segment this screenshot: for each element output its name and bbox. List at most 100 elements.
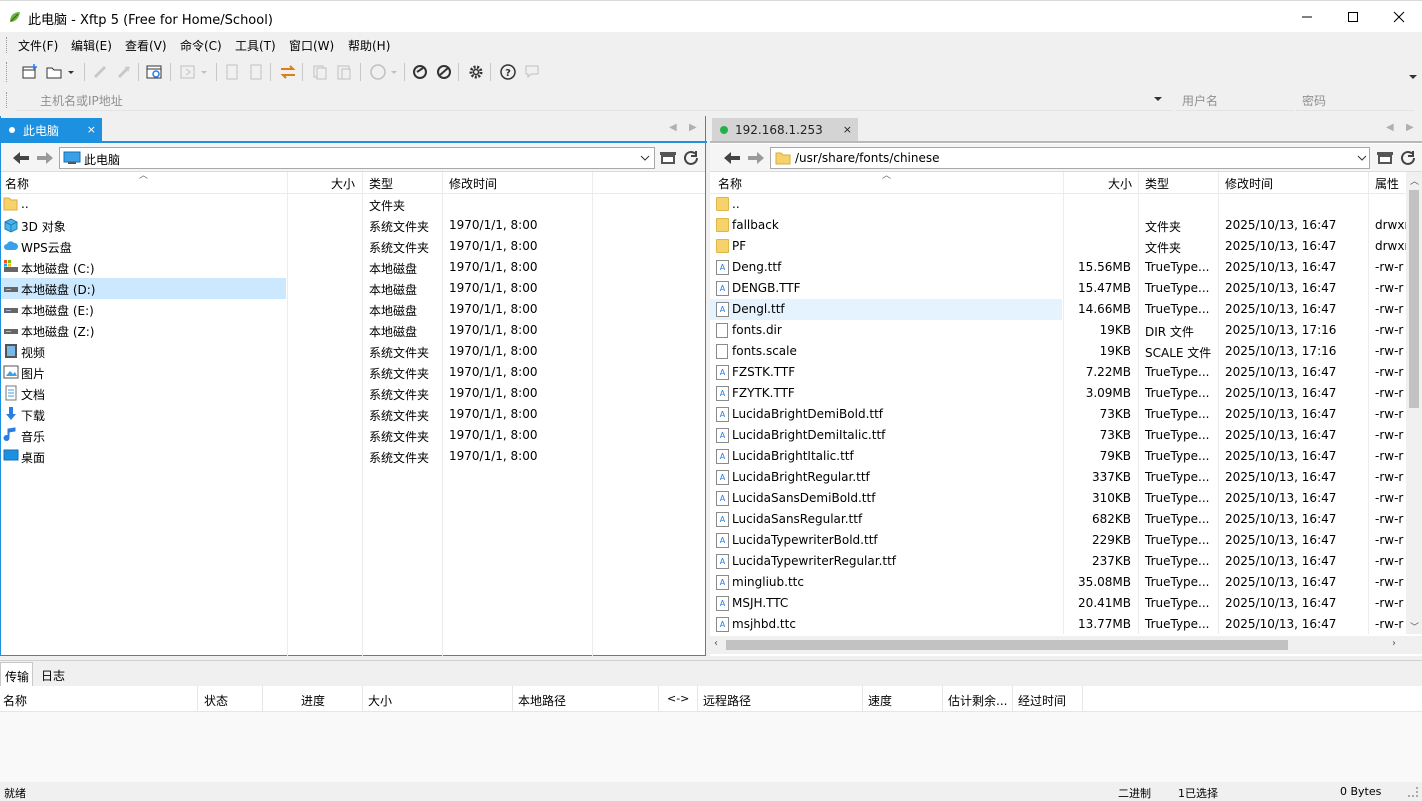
col-attr-header[interactable]: 属性 [1375,175,1399,192]
scroll-right-icon[interactable]: › [1392,638,1396,649]
menu-window[interactable]: 窗口(W) [289,37,334,54]
menu-edit[interactable]: 编辑(E) [71,37,112,54]
local-path-combobox[interactable]: 此电脑 [59,147,655,169]
remote-path-combobox[interactable]: /usr/share/fonts/chinese [770,147,1370,169]
refresh-icon[interactable] [683,150,701,166]
list-item[interactable]: A LucidaSansDemiBold.ttf 310KB TrueType... 2… [710,488,1406,509]
options-button[interactable] [466,62,486,82]
scroll-up-icon[interactable]: ︿ [1410,174,1419,187]
open-session-button[interactable] [44,62,76,82]
list-item[interactable]: PF 文件夹 2025/10/13, 16:47 drwxr [710,236,1406,257]
menu-tools[interactable]: 工具(T) [235,37,276,54]
col-size-header[interactable]: 大小 [331,175,355,192]
col-size-header[interactable]: 大小 [368,692,392,709]
home-folder-icon[interactable] [1376,150,1394,166]
horizontal-scrollbar[interactable]: ‹ › [710,636,1422,654]
col-local-path-header[interactable]: 本地路径 [518,692,566,709]
list-item[interactable]: A MSJH.TTC 20.41MB TrueType... 2025/10/13, 1… [710,593,1406,614]
list-item[interactable]: 本地磁盘 (D:) 本地磁盘 1970/1/1, 8:00 [1,278,705,299]
tab-prev-icon[interactable]: ◀ [669,122,677,133]
tab-remote[interactable]: 192.168.1.253 × [712,118,858,142]
tab-log[interactable]: 日志 [41,667,65,684]
col-progress-header[interactable]: 进度 [301,692,325,709]
feedback-button[interactable] [522,62,542,82]
password-input[interactable]: 密码 [1296,89,1414,111]
menu-help[interactable]: 帮助(H) [348,37,390,54]
menu-view[interactable]: 查看(V) [125,37,167,54]
paste-button[interactable] [334,62,354,82]
list-item[interactable]: 桌面 系统文件夹 1970/1/1, 8:00 [1,446,705,467]
list-item[interactable]: fallback 文件夹 2025/10/13, 16:47 drwxr [710,215,1406,236]
menu-command[interactable]: 命令(C) [180,37,222,54]
transfer-button[interactable] [278,62,298,82]
list-item[interactable]: Amingliub.ttc 35.08MB TrueType... 2025/10/1… [710,572,1406,593]
col-name-header[interactable]: 名称 [5,175,29,192]
home-folder-icon[interactable] [659,150,677,166]
list-item[interactable]: fonts.dir 19KB DIR 文件 2025/10/13, 17:16 -rw-… [710,320,1406,341]
list-item[interactable]: A LucidaBrightDemiBold.ttf 73KB TrueType...… [710,404,1406,425]
xshell-button[interactable] [410,62,430,82]
tab-local[interactable]: 此电脑 × [1,118,102,142]
list-item[interactable]: A LucidaTypewriterRegular.ttf 237KB TrueTyp… [710,551,1406,572]
scroll-down-icon[interactable]: ﹀ [1410,620,1419,633]
list-item[interactable]: A Dengl.ttf 14.66MB TrueType... 2025/10/13, … [710,299,1406,320]
scrollbar-thumb[interactable] [1409,190,1419,408]
scrollbar-thumb[interactable] [726,640,1288,650]
list-item[interactable]: A FZSTK.TTF 7.22MB TrueType... 2025/10/13, 1… [710,362,1406,383]
refresh-icon[interactable] [1400,150,1418,166]
list-item[interactable]: A Deng.ttf 15.56MB TrueType... 2025/10/13, 1… [710,257,1406,278]
list-item[interactable]: A LucidaBrightItalic.ttf 79KB TrueType... 20… [710,446,1406,467]
properties-button[interactable] [144,62,164,82]
list-item[interactable]: A DENGB.TTF 15.47MB TrueType... 2025/10/13, … [710,278,1406,299]
vertical-scrollbar[interactable]: ︿ ﹀ [1406,172,1422,634]
col-name-header[interactable]: 名称 [3,692,27,709]
copy-button[interactable] [310,62,330,82]
list-item[interactable]: A LucidaBrightDemiItalic.ttf 73KB TrueType.… [710,425,1406,446]
chevron-down-icon[interactable] [1154,97,1162,103]
back-arrow-icon[interactable] [722,150,742,166]
col-modified-header[interactable]: 修改时间 [449,175,497,192]
list-item[interactable]: A LucidaBrightRegular.ttf 337KB TrueType...… [710,467,1406,488]
resize-grip[interactable] [1408,787,1418,797]
col-elapsed-header[interactable]: 经过时间 [1018,692,1066,709]
chevron-down-icon[interactable] [640,155,650,163]
list-item[interactable]: 文档 系统文件夹 1970/1/1, 8:00 [1,383,705,404]
menu-file[interactable]: 文件(F) [18,37,58,54]
col-name-header[interactable]: 名称 [718,175,742,192]
disconnect-button[interactable] [114,62,134,82]
list-item[interactable]: .. [710,194,1406,215]
list-item[interactable]: A LucidaSansRegular.ttf 682KB TrueType... 20… [710,509,1406,530]
chevron-down-icon[interactable] [1357,155,1367,163]
forward-arrow-icon[interactable] [35,150,55,166]
col-status-header[interactable]: 状态 [204,692,228,709]
list-item[interactable]: fonts.scale 19KB SCALE 文件 2025/10/13, 17:16… [710,341,1406,362]
col-remote-path-header[interactable]: 远程路径 [703,692,751,709]
xmanager-button[interactable] [434,62,454,82]
forward-arrow-icon[interactable] [746,150,766,166]
list-item[interactable]: A FZYTK.TTF 3.09MB TrueType... 2025/10/13, 1… [710,383,1406,404]
download-file-button[interactable] [222,62,242,82]
new-session-button[interactable] [20,62,40,82]
tab-next-icon[interactable]: ▶ [689,122,697,133]
tab-next-icon[interactable]: ▶ [1406,122,1414,133]
list-item[interactable]: 本地磁盘 (E:) 本地磁盘 1970/1/1, 8:00 [1,299,705,320]
list-item[interactable]: A LucidaTypewriterBold.ttf 229KB TrueType..… [710,530,1406,551]
scroll-left-icon[interactable]: ‹ [714,638,718,649]
list-item[interactable]: 图片 系统文件夹 1970/1/1, 8:00 [1,362,705,383]
toolbar-overflow-icon[interactable] [1408,70,1418,84]
list-item[interactable]: 视频 系统文件夹 1970/1/1, 8:00 [1,341,705,362]
close-tab-icon[interactable]: × [843,123,852,136]
close-tab-icon[interactable]: × [87,123,96,136]
col-size-header[interactable]: 大小 [1108,175,1132,192]
list-item[interactable]: 下载 系统文件夹 1970/1/1, 8:00 [1,404,705,425]
list-item[interactable]: Amsjhbd.ttc 13.77MB TrueType... 2025/10/13,… [710,614,1406,634]
col-modified-header[interactable]: 修改时间 [1225,175,1273,192]
col-type-header[interactable]: 类型 [369,175,393,192]
tab-prev-icon[interactable]: ◀ [1386,122,1394,133]
minimize-button[interactable] [1284,1,1330,33]
tab-transfer[interactable]: 传输 [0,662,33,687]
host-input[interactable]: 主机名或IP地址 [16,89,1172,111]
list-item[interactable]: .. 文件夹 [1,194,705,215]
list-item[interactable]: WPS云盘 系统文件夹 1970/1/1, 8:00 [1,236,705,257]
col-speed-header[interactable]: 速度 [868,692,892,709]
